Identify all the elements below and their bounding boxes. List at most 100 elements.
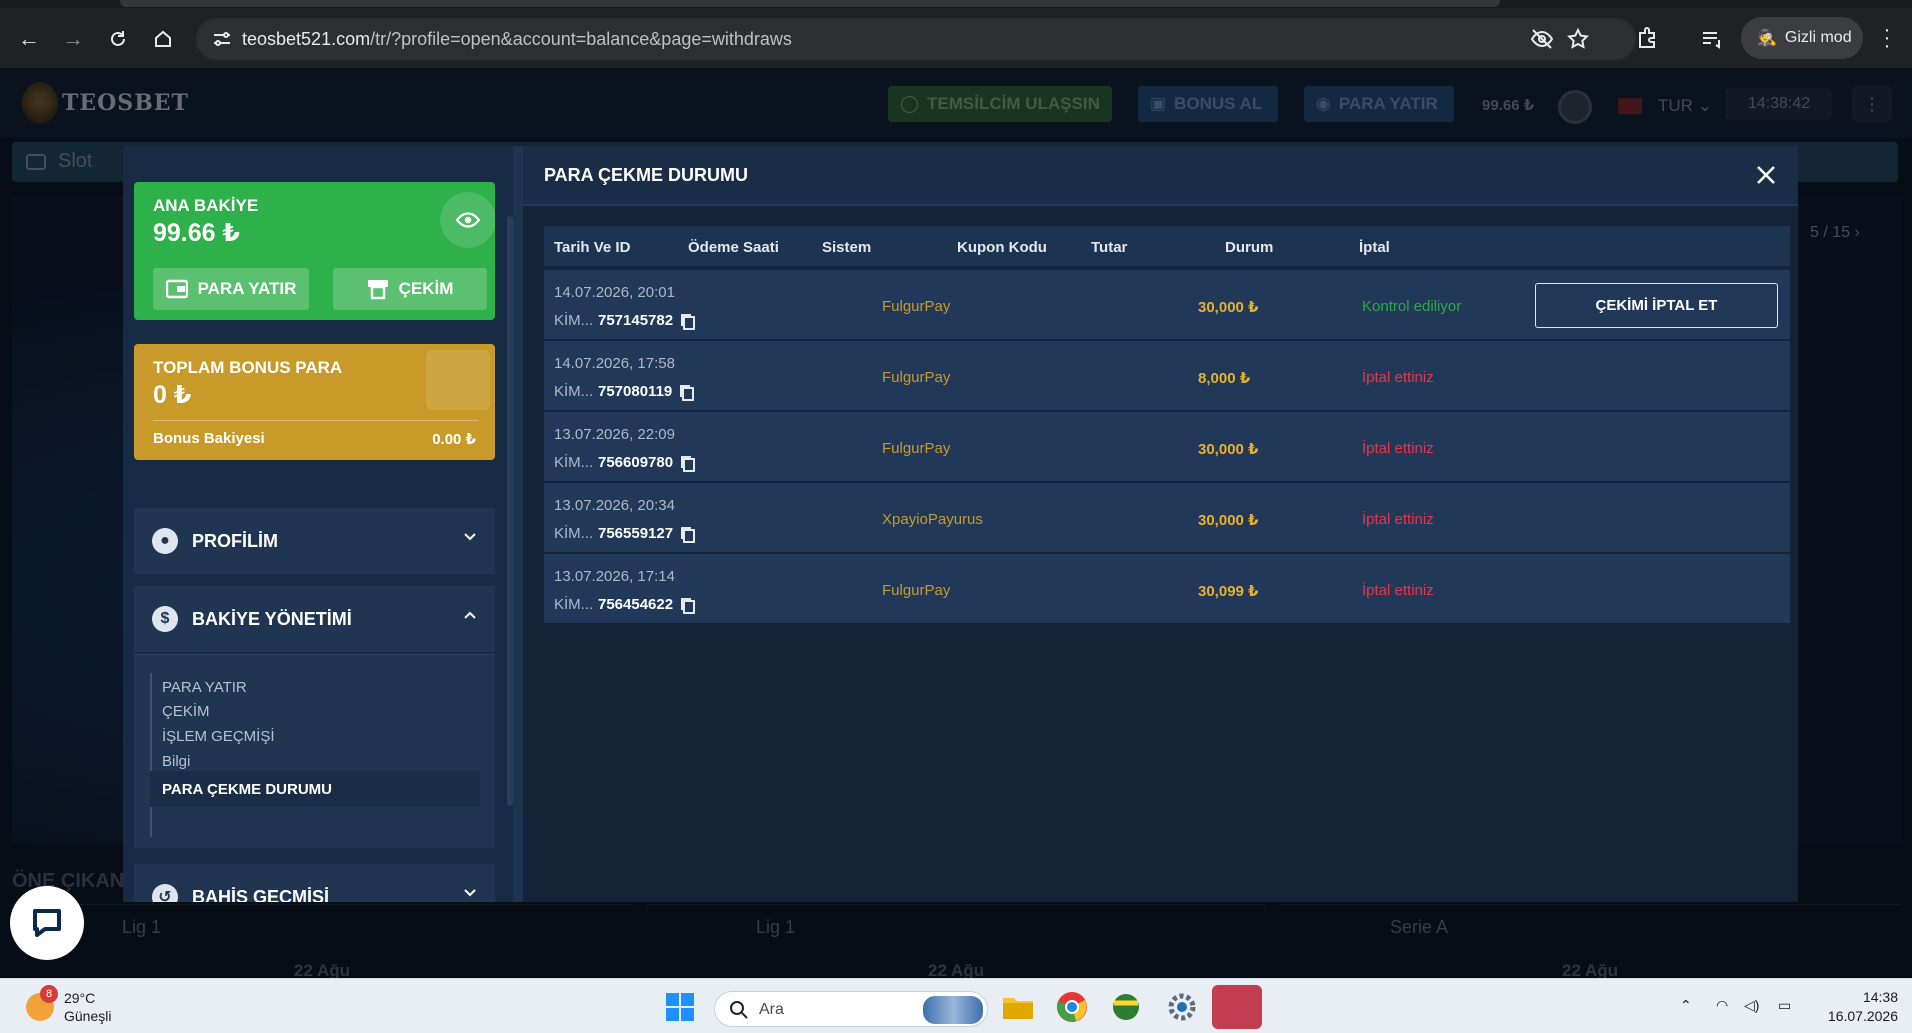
deposit-label: PARA YATIR [197,279,297,298]
row-date: 14.07.2026, 20:01 [554,284,675,301]
incognito-indicator[interactable]: 🕵 Gizli mod [1741,17,1863,59]
browser-menu-icon[interactable]: · · · [1882,20,1892,56]
media-queue-icon[interactable] [1697,24,1727,54]
close-icon[interactable] [1751,160,1781,190]
profile-label: PROFİLİM [192,530,278,551]
row-id-prefix: KİM... [554,312,594,329]
chevron-down-icon [464,533,476,541]
panel-divider [513,146,523,902]
search-placeholder: Ara [759,1001,784,1018]
row-system: FulgurPay [882,298,951,315]
row-date: 14.07.2026, 17:58 [554,355,675,372]
row-id: 757145782 [598,312,674,329]
sidebar-withdraw-button[interactable]: ÇEKİM [333,268,487,310]
weather-widget[interactable]: 8 29°C Güneşli [26,985,112,1025]
active-tab[interactable] [120,0,1500,7]
tray-chevron-icon[interactable]: ⌃ [1680,997,1692,1014]
battery-icon[interactable]: ▭ [1778,997,1791,1014]
volume-icon[interactable]: ◁) [1744,997,1759,1014]
weather-temp: 29°C [64,990,96,1006]
row-id: 756609780 [598,454,674,471]
table-body: 14.07.2026, 20:01 KİM... 757145782 FulgurPa… [544,268,1790,623]
file-explorer-icon[interactable] [1000,989,1036,1025]
site-settings-icon[interactable] [210,27,234,51]
row-amount: 30,000 ₺ [1198,299,1259,316]
bookmark-star-icon[interactable] [1566,27,1590,51]
browser-app-icon[interactable] [1108,989,1144,1025]
copy-icon[interactable] [681,314,695,330]
sun-icon: 8 [26,985,58,1021]
wallet-icon [165,279,188,299]
bet-history-label: BAHİS GEÇMİŞİ [192,886,330,903]
withdraw-label: ÇEKİM [398,279,454,298]
history-icon: ↺ [152,884,178,902]
table-row: 14.07.2026, 17:58 KİM... 757080119 FulgurPa… [544,339,1790,410]
taskbar-search[interactable]: Ara [714,991,988,1027]
submenu-deposit[interactable]: PARA YATIR [162,679,247,696]
settings-gear-icon[interactable] [1164,989,1200,1025]
cancel-withdraw-button[interactable]: ÇEKİMİ İPTAL ET [1535,283,1778,328]
sidebar-deposit-button[interactable]: PARA YATIR [153,268,309,310]
back-icon[interactable]: ← [14,24,44,54]
submenu-transaction-history[interactable]: İŞLEM GEÇMİŞİ [162,728,275,745]
chat-bubble-icon [33,909,61,937]
row-amount: 8,000 ₺ [1198,370,1251,387]
row-system: FulgurPay [882,369,951,386]
row-status: İptal ettiniz [1362,440,1434,457]
bonus-balance-card: TOPLAM BONUS PARA 0 ₺ Bonus Bakiyesi 0.0… [134,344,495,460]
copy-icon[interactable] [680,385,694,401]
money-gear-icon: $ [152,606,178,632]
eye-off-icon[interactable] [1530,27,1554,51]
clock-time: 14:38 [1862,989,1898,1005]
search-highlight-image [923,996,983,1024]
row-id-prefix: KİM... [554,454,594,471]
search-icon [730,1001,748,1019]
bet-history-accordion[interactable]: ↺ BAHİS GEÇMİŞİ [134,864,495,902]
main-balance-card: ANA BAKİYE 99.66 ₺ PARA YATIR ÇEKİM [134,182,495,320]
gift-box-icon [426,350,490,410]
row-system: FulgurPay [882,440,951,457]
copy-icon[interactable] [681,598,695,614]
reload-icon[interactable] [103,24,133,54]
page-title: PARA ÇEKME DURUMU [544,165,748,185]
profile-accordion[interactable]: ● PROFİLİM [134,508,495,574]
divider [153,420,478,421]
row-id: 757080119 [598,383,673,400]
row-id: 756454622 [598,596,674,613]
balance-management-label: BAKİYE YÖNETİMİ [192,608,352,629]
submenu-info[interactable]: Bilgi [162,753,190,770]
col-date-id: Tarih Ve ID [554,239,631,256]
row-system: XpayioPayurus [882,511,983,528]
row-id-prefix: KİM... [554,383,594,400]
extensions-icon[interactable] [1632,24,1662,54]
row-id-prefix: KİM... [554,596,594,613]
panel-header: PARA ÇEKME DURUMU [523,146,1798,206]
col-status: Durum [1225,239,1274,256]
forward-icon[interactable]: → [58,24,88,54]
account-modal: ANA BAKİYE 99.66 ₺ PARA YATIR ÇEKİM TOPL… [123,146,1798,902]
url-text: teosbet521.com/tr/?profile=open&account=… [242,29,792,49]
row-id-prefix: KİM... [554,525,594,542]
withdraw-status-panel: PARA ÇEKME DURUMU Tarih Ve ID Ödeme Saat… [523,146,1798,902]
weather-desc: Güneşli [64,1008,112,1024]
bonus-title: TOPLAM BONUS PARA [153,358,343,377]
submenu-withdraw[interactable]: ÇEKİM [162,703,210,720]
copy-icon[interactable] [681,527,695,543]
taskbar-clock[interactable]: 14:38 16.07.2026 [1822,988,1898,1026]
balance-management-accordion[interactable]: $ BAKİYE YÖNETİMİ [134,586,495,652]
copy-icon[interactable] [681,456,695,472]
home-icon[interactable] [148,24,178,54]
wifi-icon[interactable]: ◠ [1716,997,1728,1014]
table-row: 13.07.2026, 22:09 KİM... 756609780 FulgurPa… [544,410,1790,481]
address-bar[interactable]: teosbet521.com/tr/?profile=open&account=… [196,18,1636,60]
live-chat-button[interactable] [10,886,84,960]
remote-app-icon[interactable] [1212,985,1262,1029]
row-date: 13.07.2026, 22:09 [554,426,675,443]
row-date: 13.07.2026, 17:14 [554,568,675,585]
submenu-withdraw-status[interactable]: PARA ÇEKME DURUMU [150,771,480,807]
table-row: 14.07.2026, 20:01 KİM... 757145782 FulgurPa… [544,268,1790,339]
chrome-icon[interactable] [1054,989,1090,1025]
windows-start-icon[interactable] [662,989,698,1025]
bonus-balance-value: 0.00 ₺ [432,431,476,448]
toggle-balance-eye-icon[interactable] [440,192,495,248]
